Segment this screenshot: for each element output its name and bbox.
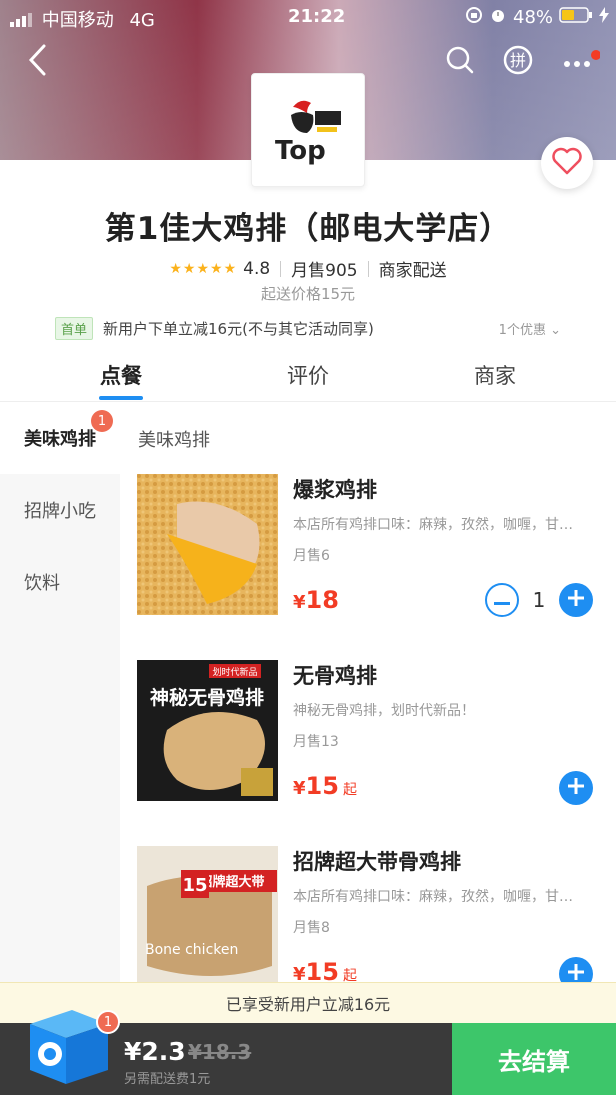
favorite-button[interactable] xyxy=(541,137,593,189)
dish-image[interactable]: 招牌超大带 Bone chicken 15 xyxy=(137,846,278,987)
dish-description: 本店所有鸡排口味：麻辣，孜然，咖喱，甘… xyxy=(293,517,573,533)
image-text: Bone chicken xyxy=(145,942,238,958)
category-item-zhaopai-xiaochi[interactable]: 招牌小吃 xyxy=(0,474,120,546)
category-count-badge: 1 xyxy=(91,410,113,432)
rating-value: 4.8 xyxy=(243,258,271,279)
price-value: 15 xyxy=(305,772,339,800)
dish-image[interactable]: 划时代新品 神秘无骨鸡排 xyxy=(137,660,278,801)
shop-tabs: 点餐 评价 商家 xyxy=(0,360,616,402)
dish-sales: 月售13 xyxy=(293,734,339,750)
search-button[interactable] xyxy=(440,42,480,82)
image-text: 15 xyxy=(182,875,207,896)
shop-meta: ★★★★★ 4.8 月售905 商家配送 xyxy=(0,256,616,282)
category-item-yinliao[interactable]: 饮料 xyxy=(0,546,120,618)
dish-name: 无骨鸡排 xyxy=(293,664,377,688)
monthly-sales: 月售905 xyxy=(291,261,358,281)
battery-status: 48% xyxy=(465,6,610,29)
tab-merchant[interactable]: 商家 xyxy=(435,360,555,390)
quantity-value: 1 xyxy=(532,588,546,612)
plus-icon xyxy=(568,778,584,798)
delivery-type: 商家配送 xyxy=(378,261,447,281)
active-tab-indicator xyxy=(99,396,143,400)
add-to-cart-button[interactable] xyxy=(559,583,593,617)
tab-reviews[interactable]: 评价 xyxy=(248,360,368,390)
category-label: 美味鸡排 xyxy=(24,429,96,450)
dish-name: 爆浆鸡排 xyxy=(293,478,377,502)
rating-stars-icon: ★★★★★ xyxy=(169,260,238,277)
charging-icon xyxy=(599,7,610,28)
promo-row[interactable]: 首单 新用户下单立减16元(不与其它活动同享) 1个优惠 ⌄ xyxy=(55,316,561,340)
decrease-quantity-button[interactable] xyxy=(485,583,519,617)
minus-icon xyxy=(494,591,510,610)
checkout-button[interactable]: 去结算 xyxy=(452,1023,616,1095)
promo-more[interactable]: 1个优惠 ⌄ xyxy=(499,319,561,338)
dish-card[interactable]: 爆浆鸡排 本店所有鸡排口味：麻辣，孜然，咖喱，甘… 月售6 ¥18 1 xyxy=(137,474,607,634)
shop-name: 第1佳大鸡排（邮电大学店） xyxy=(104,211,512,247)
add-to-cart-button[interactable] xyxy=(559,771,593,805)
chevron-left-icon xyxy=(28,44,48,80)
image-text: 划时代新品 xyxy=(212,666,257,678)
signal-icon xyxy=(10,11,36,32)
delivery-fee-note: 另需配送费1元 xyxy=(124,1072,211,1087)
shop-logo: Top xyxy=(251,73,365,187)
cart-original-price: ¥18.3 xyxy=(188,1040,252,1064)
shopping-box-icon xyxy=(22,1010,112,1092)
cart-count-badge: 1 xyxy=(96,1010,120,1034)
more-button[interactable] xyxy=(560,42,601,82)
pin-group-icon: 拼 xyxy=(503,45,533,79)
dish-sales: 月售8 xyxy=(293,920,330,936)
logo-text: Top xyxy=(275,136,326,166)
dish-price: ¥15 起 xyxy=(293,772,357,800)
cart-total: ¥2.3 xyxy=(124,1037,186,1066)
group-order-button[interactable]: 拼 xyxy=(498,42,538,82)
clock-text: 21:22 xyxy=(288,6,346,27)
plus-icon xyxy=(568,964,584,984)
plus-icon xyxy=(568,590,584,610)
search-icon xyxy=(445,45,475,79)
alarm-icon xyxy=(489,6,507,29)
dish-name: 招牌超大带骨鸡排 xyxy=(293,850,461,874)
dish-description: 本店所有鸡排口味：麻辣，孜然，咖喱，甘… xyxy=(293,889,573,905)
promo-more-label: 1个优惠 xyxy=(498,322,546,338)
signal-status: 中国移动 4G xyxy=(10,6,155,32)
carrier-text: 中国移动 xyxy=(41,10,114,31)
network-text: 4G xyxy=(129,10,155,31)
dish-description: 神秘无骨鸡排，划时代新品！ xyxy=(293,703,475,719)
rotation-lock-icon xyxy=(465,6,483,29)
cart-button[interactable] xyxy=(22,996,112,1088)
dish-image[interactable] xyxy=(137,474,278,615)
promo-text: 新用户下单立减16元(不与其它活动同享) xyxy=(103,319,374,338)
category-label: 招牌小吃 xyxy=(24,501,96,522)
image-text: 招牌超大带 xyxy=(199,874,264,890)
battery-text: 48% xyxy=(513,7,554,28)
price-value: 18 xyxy=(305,586,339,614)
dish-price: ¥18 xyxy=(293,586,339,614)
dish-card[interactable]: 划时代新品 神秘无骨鸡排 无骨鸡排 神秘无骨鸡排，划时代新品！ 月售13 ¥15… xyxy=(137,660,607,820)
min-order-price: 起送价格15元 xyxy=(260,285,356,303)
section-title: 美味鸡排 xyxy=(138,430,210,451)
promo-tag: 首单 xyxy=(55,316,94,340)
divider xyxy=(367,260,369,277)
heart-icon xyxy=(552,147,582,179)
battery-icon xyxy=(559,7,593,28)
price-suffix: 起 xyxy=(342,782,357,798)
tab-order[interactable]: 点餐 xyxy=(61,360,181,390)
svg-text:拼: 拼 xyxy=(510,51,526,70)
chevron-down-icon: ⌄ xyxy=(550,322,561,338)
more-icon xyxy=(560,50,601,74)
category-label: 饮料 xyxy=(24,573,60,594)
divider xyxy=(280,260,282,277)
dish-sales: 月售6 xyxy=(293,548,330,564)
back-button[interactable] xyxy=(18,42,58,82)
category-sidebar: 美味鸡排 1 招牌小吃 饮料 xyxy=(0,402,120,1022)
category-item-meiwei-jipai[interactable]: 美味鸡排 1 xyxy=(0,402,120,474)
image-text: 神秘无骨鸡排 xyxy=(150,686,264,709)
